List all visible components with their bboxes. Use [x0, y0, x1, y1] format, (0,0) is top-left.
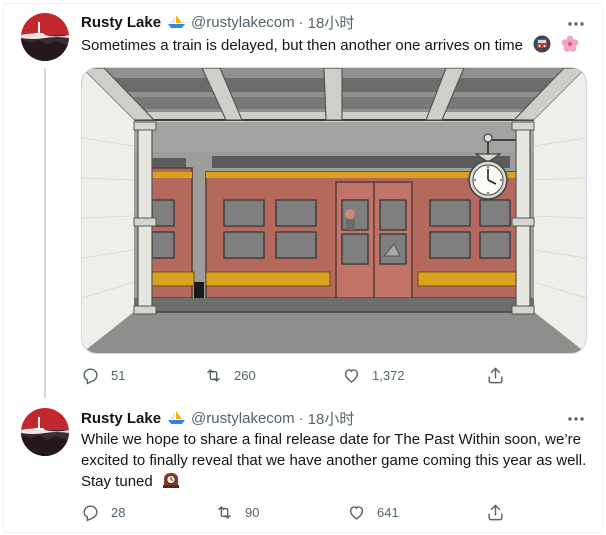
retweet-icon: [218, 506, 231, 519]
thread-connector-line: [44, 68, 46, 398]
tweet-text-line: Stay tuned: [81, 473, 153, 490]
timestamp[interactable]: 18小时: [308, 408, 355, 429]
train-face-icon: [533, 35, 551, 59]
tweet-media-image[interactable]: [81, 67, 587, 354]
heart-icon: [344, 369, 359, 383]
share-icon: [488, 504, 503, 521]
reply-button[interactable]: 51: [81, 366, 204, 385]
share-button[interactable]: [486, 366, 505, 390]
tweet-actions: 28 90 641: [81, 503, 477, 522]
heart-icon: [349, 506, 364, 520]
reply-button[interactable]: 28: [81, 503, 215, 522]
reply-icon: [83, 505, 98, 522]
tweet-text: While we hope to share a final release d…: [81, 429, 591, 495]
retweet-button[interactable]: 90: [215, 503, 347, 522]
tweet-actions: 51 260 1,372: [81, 366, 482, 385]
tweet-text: Sometimes a train is delayed, but then a…: [81, 35, 579, 59]
display-name[interactable]: Rusty Lake: [81, 410, 161, 427]
share-button[interactable]: [486, 503, 505, 527]
share-icon: [488, 367, 503, 384]
boat-badge-icon: [167, 13, 186, 33]
tweet-text-line: While we hope to share a final release d…: [81, 431, 581, 448]
mantelpiece-clock-icon: [162, 471, 180, 495]
separator-dot: ·: [298, 410, 304, 427]
tweet-header: Rusty Lake @rustylakecom · 18小时: [81, 408, 354, 429]
rusty-lake-logo-icon: [21, 13, 69, 61]
retweet-button[interactable]: 260: [204, 366, 342, 385]
like-count: 641: [377, 505, 399, 520]
train-station-illustration: [82, 68, 586, 353]
like-button[interactable]: 641: [347, 503, 477, 522]
timestamp[interactable]: 18小时: [308, 12, 355, 33]
more-options-icon[interactable]: [566, 411, 586, 427]
separator-dot: ·: [298, 14, 304, 31]
tweet-header: Rusty Lake @rustylakecom · 18小时: [81, 12, 354, 33]
display-name[interactable]: Rusty Lake: [81, 14, 161, 31]
user-handle[interactable]: @rustylakecom: [191, 410, 295, 427]
retweet-icon: [207, 369, 220, 382]
avatar[interactable]: [21, 13, 69, 61]
reply-count: 51: [111, 368, 126, 383]
boat-badge-icon: [167, 409, 186, 429]
reply-icon: [83, 368, 98, 385]
retweet-count: 260: [234, 368, 256, 383]
like-count: 1,372: [372, 368, 405, 383]
tweet-text-content: Sometimes a train is delayed, but then a…: [81, 37, 523, 54]
reply-count: 28: [111, 505, 126, 520]
user-handle[interactable]: @rustylakecom: [191, 14, 295, 31]
like-button[interactable]: 1,372: [342, 366, 482, 385]
avatar[interactable]: [21, 408, 69, 456]
more-options-icon[interactable]: [566, 16, 586, 32]
cherry-blossom-icon: [561, 35, 579, 59]
tweet-text-line: excited to finally reveal that we have a…: [81, 452, 587, 469]
retweet-count: 90: [245, 505, 260, 520]
rusty-lake-logo-icon: [21, 408, 69, 456]
